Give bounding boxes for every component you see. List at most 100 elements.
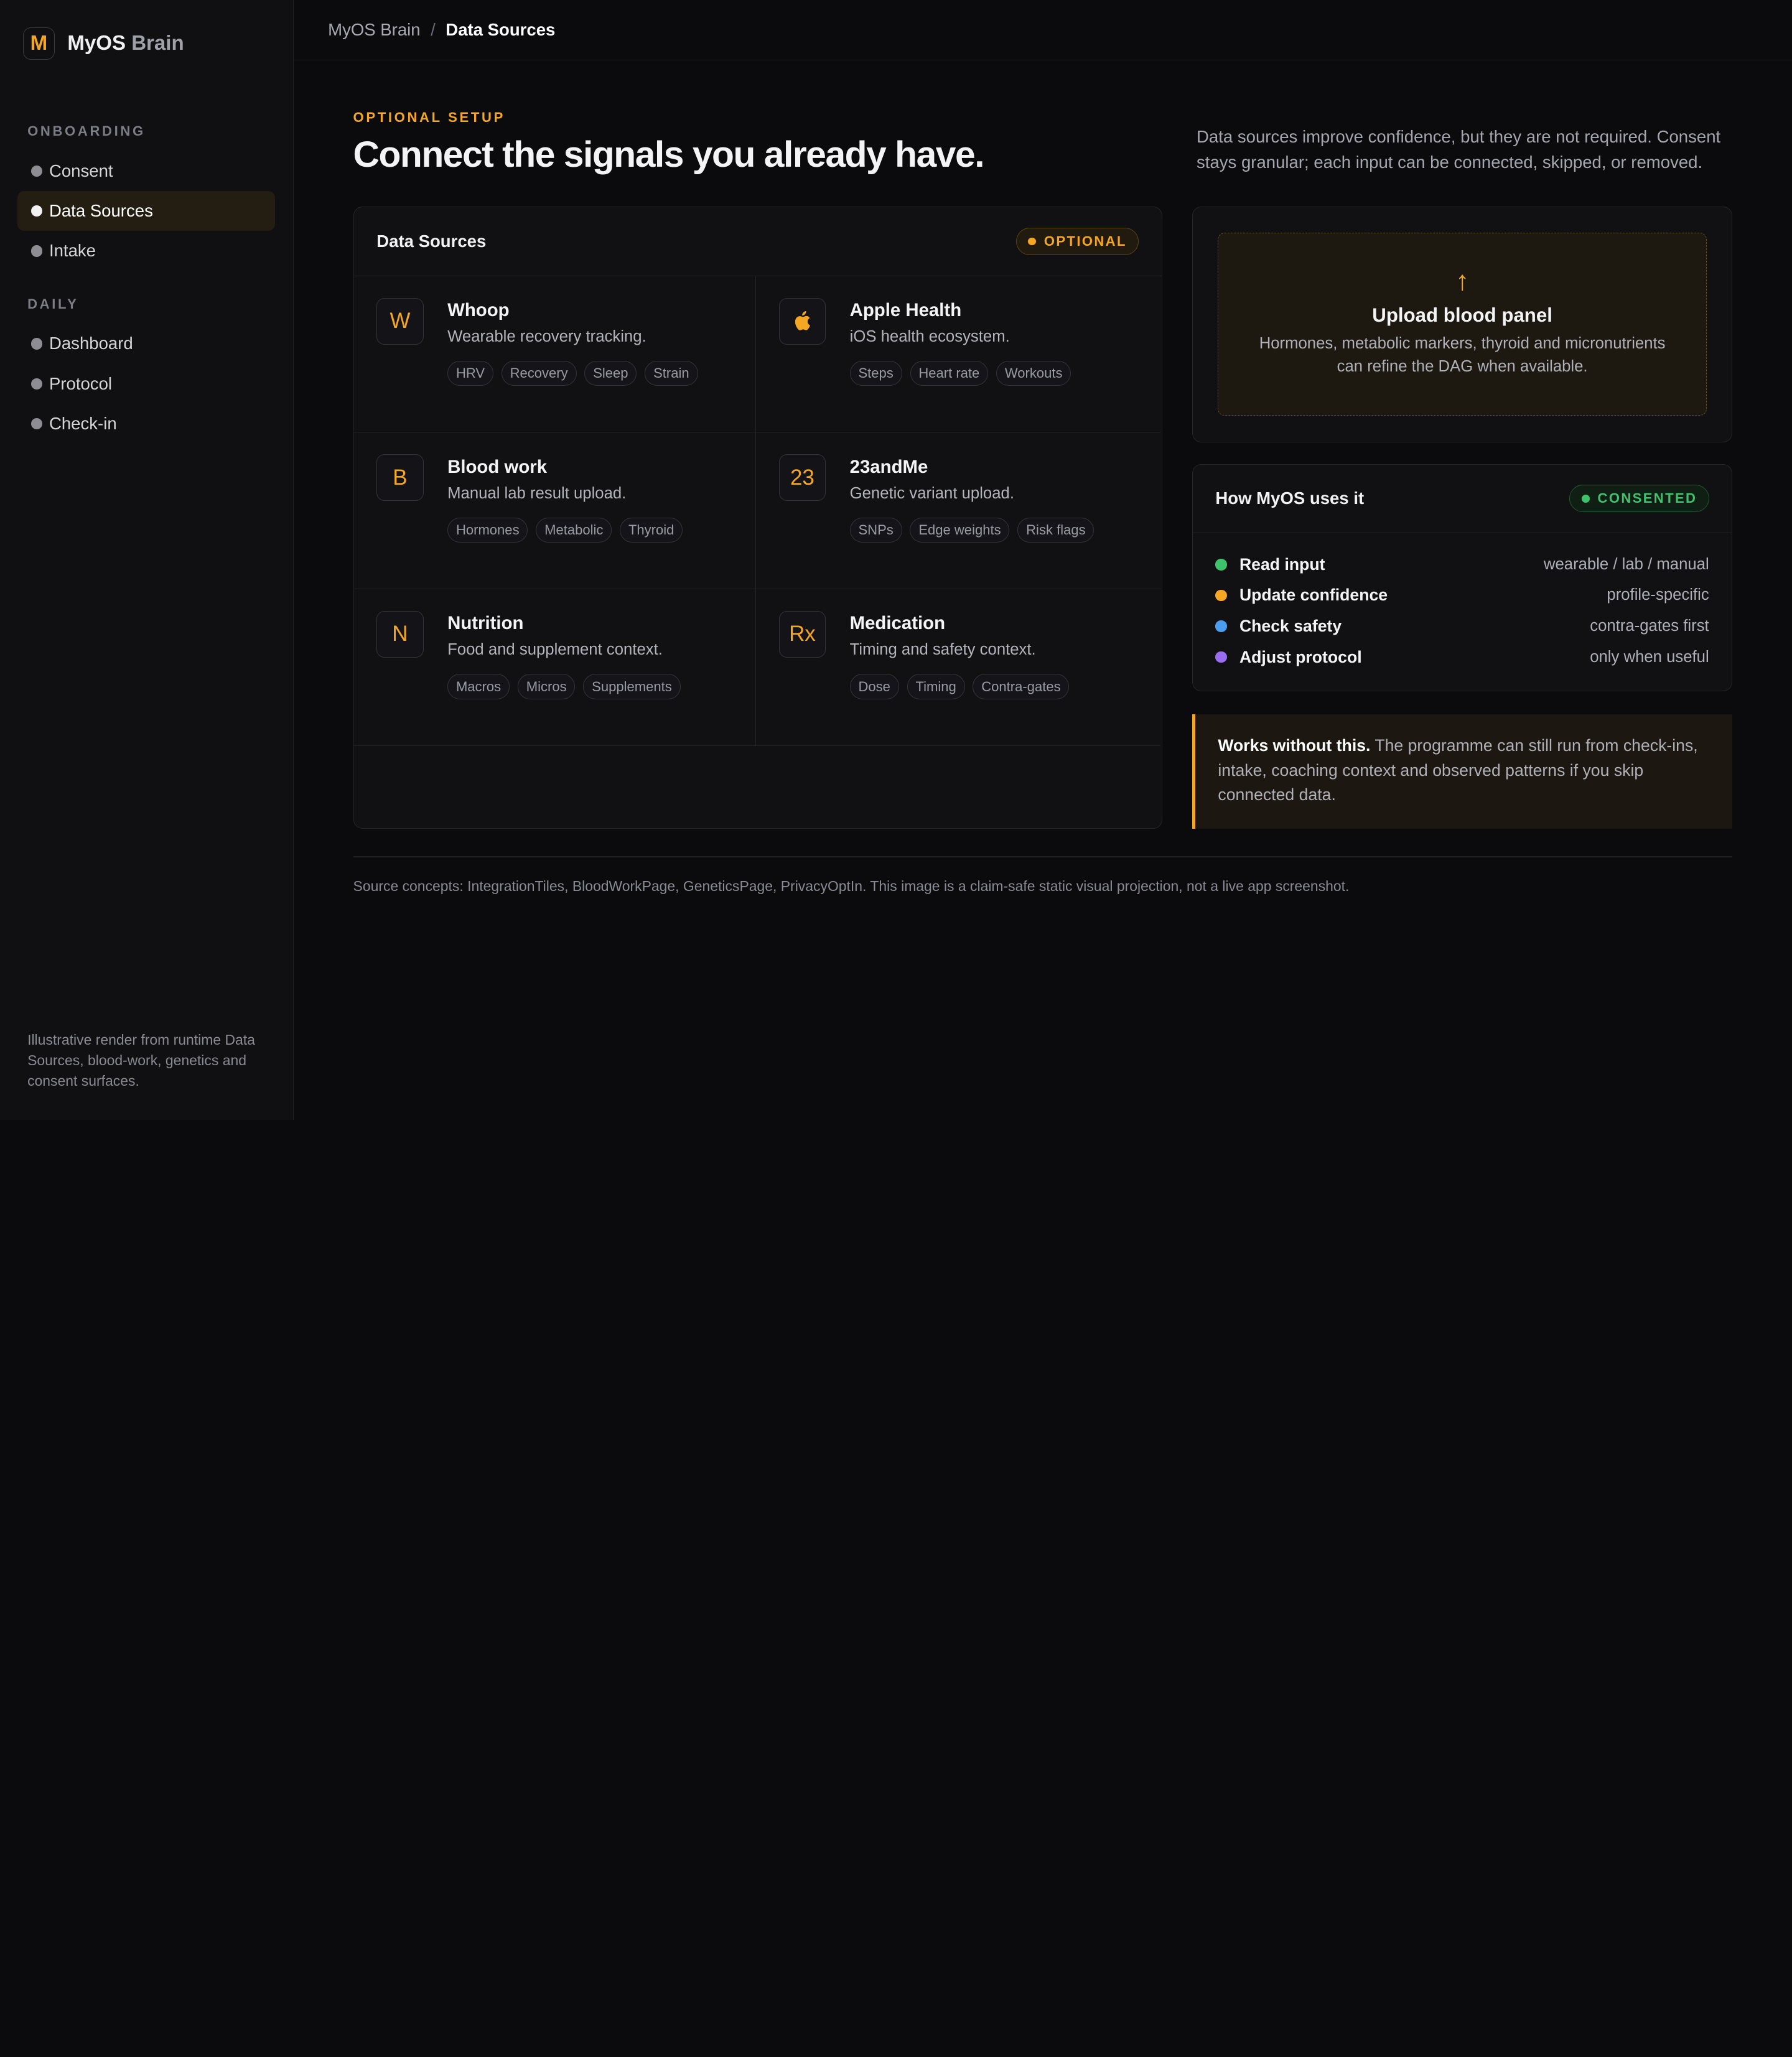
data-source-tags: Macros Micros Supplements bbox=[447, 674, 681, 699]
breadcrumb-current: Data Sources bbox=[446, 20, 556, 40]
brand-name-suffix: Brain bbox=[131, 31, 184, 55]
sidebar: M MyOS Brain ONBOARDING Consent Data Sour… bbox=[0, 0, 294, 1120]
sidebar-item-dashboard[interactable]: Dashboard bbox=[17, 324, 275, 363]
sidebar-item-protocol[interactable]: Protocol bbox=[17, 364, 275, 404]
tag-dose: Dose bbox=[849, 674, 899, 699]
page-eyebrow: OPTIONAL SETUP bbox=[353, 110, 505, 126]
tag-risk-flags: Risk flags bbox=[1017, 517, 1094, 543]
status-dot-icon bbox=[30, 338, 42, 350]
data-source-body: Whoop Wearable recovery tracking. HRV Recov… bbox=[447, 298, 698, 411]
data-source-tags: Dose Timing Contra-gates bbox=[849, 674, 1070, 699]
data-source-name: Blood work bbox=[447, 456, 548, 477]
data-source-grid: W Whoop Wearable recovery tracking. HRV Reco… bbox=[353, 276, 1162, 746]
tag-recovery: Recovery bbox=[501, 361, 577, 386]
tag-heart-rate: Heart rate bbox=[910, 361, 989, 386]
usage-row-adjust-protocol: Adjust protocol only when useful bbox=[1193, 641, 1732, 673]
consented-dot-icon bbox=[1581, 494, 1590, 503]
data-source-tile-apple-health[interactable]: Apple Health iOS health ecosystem. Steps He… bbox=[756, 276, 1161, 433]
main-area: MyOS Brain / Data Sources OPTIONAL SETUP… bbox=[294, 0, 1792, 1120]
data-source-tags: HRV Recovery Sleep Strain bbox=[447, 361, 698, 386]
sidebar-item-label: Data Sources bbox=[49, 201, 153, 221]
blood-work-icon: B bbox=[376, 454, 424, 501]
usage-title: How MyOS uses it bbox=[1215, 488, 1365, 508]
sidebar-item-label: Consent bbox=[49, 161, 113, 180]
tag-macros: Macros bbox=[447, 674, 510, 699]
data-source-tile-23andme[interactable]: 23 23andMe Genetic variant upload. SNPs Edge… bbox=[756, 432, 1161, 589]
status-dot-icon bbox=[30, 165, 42, 177]
source-footnote: Source concepts: IntegrationTiles, Blood… bbox=[353, 877, 1350, 894]
data-source-name: Medication bbox=[849, 613, 946, 634]
tag-snps: SNPs bbox=[849, 517, 902, 543]
data-sources-title: Data Sources bbox=[376, 231, 487, 251]
consented-badge: CONSENTED bbox=[1569, 485, 1709, 513]
data-source-description: iOS health ecosystem. bbox=[849, 328, 1010, 346]
sidebar-item-intake[interactable]: Intake bbox=[17, 231, 275, 271]
sidebar-item-label: Protocol bbox=[49, 373, 113, 393]
app-shell: M MyOS Brain ONBOARDING Consent Data Sour… bbox=[0, 0, 1792, 1120]
usage-row-check-safety: Check safety contra-gates first bbox=[1193, 611, 1732, 642]
data-source-tile-whoop[interactable]: W Whoop Wearable recovery tracking. HRV Reco… bbox=[353, 276, 757, 433]
usage-label: Update confidence bbox=[1239, 585, 1388, 605]
brand[interactable]: M MyOS Brain bbox=[0, 0, 293, 87]
usage-header: How MyOS uses it CONSENTED bbox=[1192, 465, 1732, 533]
usage-label: Check safety bbox=[1239, 617, 1342, 636]
usage-value: wearable / lab / manual bbox=[1543, 555, 1709, 573]
tag-workouts: Workouts bbox=[996, 361, 1071, 386]
brand-logo: M bbox=[22, 27, 55, 60]
data-source-tags: SNPs Edge weights Risk flags bbox=[849, 517, 1094, 543]
usage-row-read-input: Read input wearable / lab / manual bbox=[1193, 549, 1732, 581]
breadcrumb-separator: / bbox=[431, 20, 436, 40]
status-dot-icon bbox=[30, 417, 42, 430]
data-source-tile-blood-work[interactable]: B Blood work Manual lab result upload. Horm… bbox=[353, 432, 757, 589]
status-dot-icon bbox=[1215, 589, 1227, 602]
breadcrumb-root[interactable]: MyOS Brain bbox=[328, 20, 420, 40]
status-dot-icon bbox=[1215, 651, 1227, 663]
status-dot-icon bbox=[30, 205, 42, 217]
tag-supplements: Supplements bbox=[583, 674, 681, 699]
tag-strain: Strain bbox=[645, 361, 698, 386]
upload-description: Hormones, metabolic markers, thyroid and… bbox=[1259, 334, 1666, 375]
nav-group-daily: Dashboard Protocol Check-in bbox=[0, 324, 293, 444]
sidebar-item-check-in[interactable]: Check-in bbox=[17, 404, 275, 444]
status-dot-icon bbox=[30, 245, 42, 257]
data-source-name: 23andMe bbox=[849, 456, 928, 477]
tag-micros: Micros bbox=[517, 674, 576, 699]
brand-name: MyOS Brain bbox=[67, 32, 184, 55]
medication-icon: Rx bbox=[778, 610, 826, 658]
sidebar-item-consent[interactable]: Consent bbox=[17, 151, 275, 191]
sidebar-footer-note: Illustrative render from runtime Data So… bbox=[27, 1031, 255, 1089]
tag-contra-gates: Contra-gates bbox=[973, 674, 1070, 699]
usage-list: Read input wearable / lab / manual Update … bbox=[1193, 533, 1732, 673]
data-source-tile-nutrition[interactable]: N Nutrition Food and supplement context. Ma… bbox=[353, 589, 757, 746]
blood-panel-dropzone[interactable]: ↑ Upload blood panel Hormones, metabolic… bbox=[1218, 232, 1707, 416]
data-source-description: Wearable recovery tracking. bbox=[447, 328, 646, 346]
status-dot-icon bbox=[1215, 620, 1227, 632]
page-title: Connect the signals you already have. bbox=[353, 134, 985, 175]
upload-title: Upload blood panel bbox=[1372, 304, 1552, 326]
data-source-body: Blood work Manual lab result upload. Hormo… bbox=[447, 454, 683, 567]
usage-value: only when useful bbox=[1590, 648, 1709, 666]
nav-section-daily: DAILY bbox=[27, 296, 79, 312]
data-source-description: Food and supplement context. bbox=[447, 641, 663, 659]
nutrition-icon: N bbox=[376, 610, 424, 658]
tag-hormones: Hormones bbox=[447, 517, 528, 543]
usage-row-update-confidence: Update confidence profile-specific bbox=[1193, 580, 1732, 611]
data-source-body: Nutrition Food and supplement context. Mac… bbox=[447, 611, 681, 724]
tag-timing: Timing bbox=[907, 674, 965, 699]
upload-card: ↑ Upload blood panel Hormones, metabolic… bbox=[1192, 207, 1733, 442]
sidebar-item-data-sources[interactable]: Data Sources bbox=[17, 190, 275, 231]
whoop-icon: W bbox=[376, 297, 424, 345]
nav-section-onboarding: ONBOARDING bbox=[27, 123, 146, 139]
status-dot-icon bbox=[30, 378, 42, 389]
fallback-note-bold: Works without this. bbox=[1218, 736, 1371, 755]
tag-thyroid: Thyroid bbox=[620, 517, 683, 543]
data-source-description: Genetic variant upload. bbox=[849, 484, 1014, 502]
data-source-name: Apple Health bbox=[849, 300, 962, 321]
brand-name-primary: MyOS bbox=[67, 31, 126, 55]
data-source-name: Nutrition bbox=[447, 613, 524, 634]
fallback-note: Works without this. The programme can st… bbox=[1192, 714, 1733, 829]
data-source-tile-medication[interactable]: Rx Medication Timing and safety context. Do… bbox=[756, 589, 1161, 746]
usage-label: Adjust protocol bbox=[1239, 647, 1362, 666]
data-source-tags: Hormones Metabolic Thyroid bbox=[447, 517, 683, 543]
upload-arrow-icon: ↑ bbox=[1455, 265, 1470, 296]
